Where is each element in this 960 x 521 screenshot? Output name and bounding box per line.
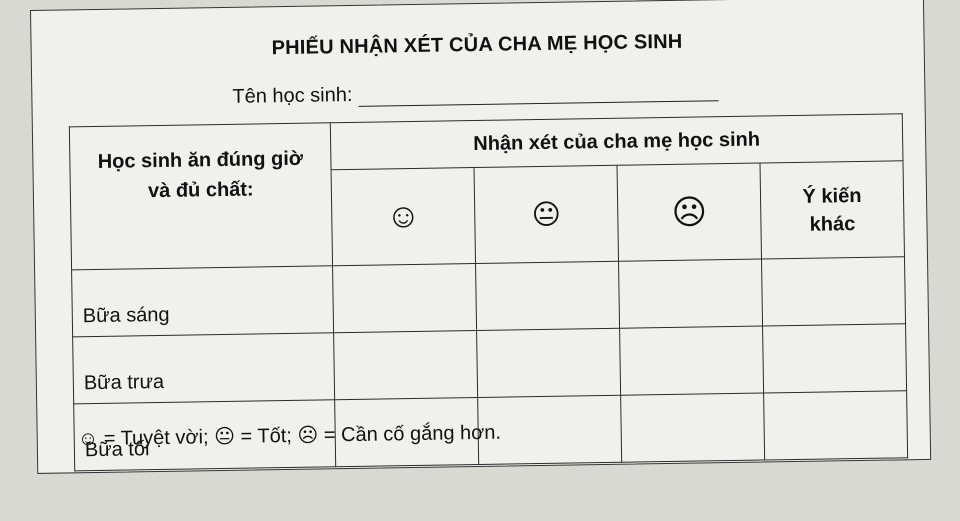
- meal-header-line-2: và đủ chất:: [147, 178, 254, 203]
- meal-header: Học sinh ăn đúng giờ và đủ chất:: [69, 122, 333, 270]
- cell-breakfast-other[interactable]: [761, 256, 906, 327]
- cell-lunch-great[interactable]: [333, 330, 478, 400]
- meal-header-line-1: Học sinh ăn đúng giờ: [97, 147, 304, 173]
- legend-good: = Tốt;: [240, 424, 293, 448]
- student-name-label: Tên học sinh:: [232, 83, 353, 108]
- student-name-blank[interactable]: [358, 82, 719, 107]
- parent-feedback-form: PHIẾU NHẬN XÉT CỦA CHA MẸ HỌC SINH Tên h…: [30, 0, 932, 474]
- sad-face-icon: ☹: [617, 163, 762, 262]
- student-name-row: Tên học sinh:: [232, 78, 719, 109]
- legend-try: = Cần cố gắng hơn.: [323, 421, 502, 447]
- cell-dinner-try[interactable]: [620, 393, 765, 463]
- smile-face-icon: ☺: [331, 167, 476, 266]
- feedback-table: Học sinh ăn đúng giờ và đủ chất: Nhận xé…: [69, 113, 908, 471]
- row-breakfast: Bữa sáng: [71, 265, 334, 337]
- other-opinion-line-2: khác: [809, 212, 856, 236]
- neutral-face-icon: 😐: [474, 165, 619, 264]
- row-lunch: Bữa trưa: [72, 332, 335, 404]
- form-title: PHIẾU NHẬN XÉT CỦA CHA MẸ HỌC SINH: [271, 30, 683, 60]
- cell-dinner-other[interactable]: [763, 390, 908, 461]
- neutral-face-icon: 😐: [213, 425, 236, 449]
- cell-lunch-good[interactable]: [476, 328, 621, 398]
- sad-face-icon: ☹: [297, 424, 319, 447]
- cell-breakfast-good[interactable]: [475, 261, 620, 331]
- legend-great: = Tuyệt vời;: [103, 426, 209, 450]
- other-opinion-line-1: Ý kiến: [802, 184, 862, 208]
- cell-lunch-try[interactable]: [619, 326, 764, 396]
- cell-breakfast-try[interactable]: [618, 259, 763, 329]
- cell-breakfast-great[interactable]: [332, 263, 477, 333]
- smile-face-icon: ☺: [77, 427, 99, 451]
- other-opinion-header: Ý kiến khác: [759, 161, 905, 260]
- cell-lunch-other[interactable]: [762, 323, 907, 394]
